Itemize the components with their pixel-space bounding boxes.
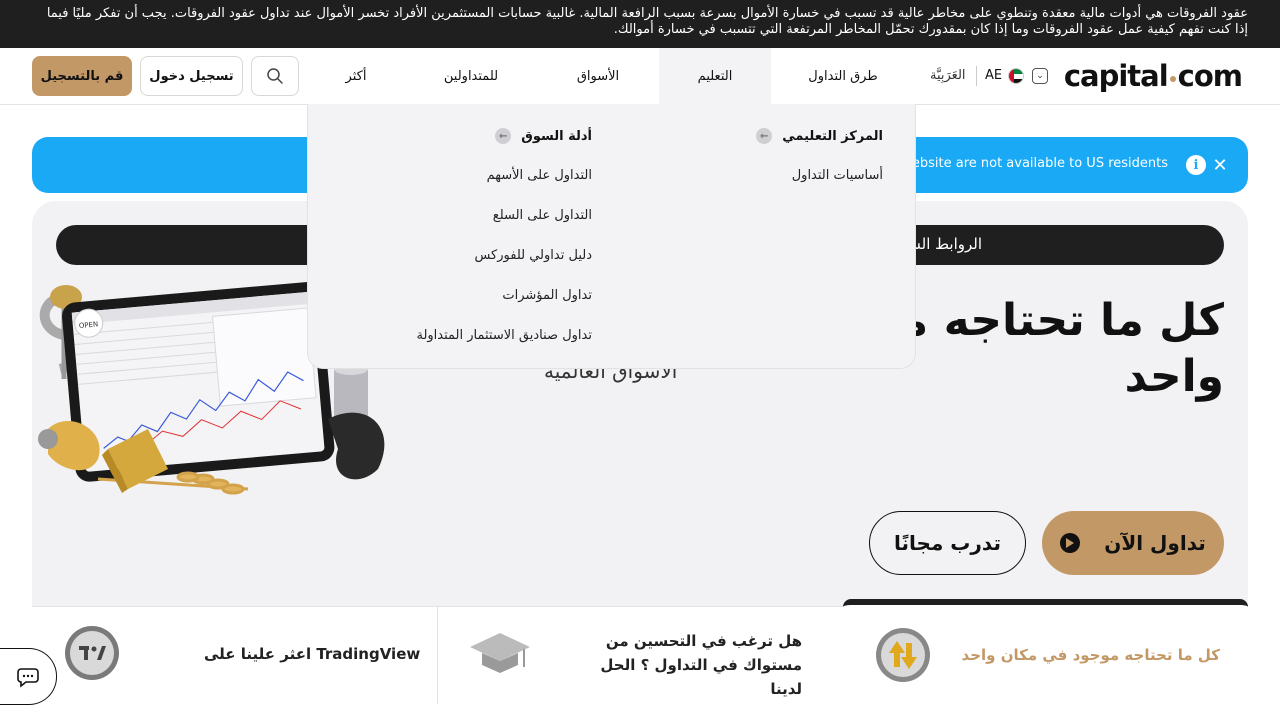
nav-markets[interactable]: الأسواق	[548, 48, 648, 104]
region-chevron-down-icon[interactable]: ⌄	[1032, 68, 1048, 84]
trade-now-button[interactable]: تداول الآن	[1042, 511, 1224, 575]
site-header: capital com ⌄ AE العَرَبِيَّة طرق التداول…	[0, 48, 1280, 105]
search-button[interactable]	[251, 56, 299, 96]
capital-com-logo[interactable]: capital com	[1063, 59, 1243, 93]
uae-flag-icon[interactable]	[1008, 68, 1024, 84]
nav-education[interactable]: التعليم	[659, 48, 771, 104]
dropdown-link-trading-basics[interactable]: أساسيات التداول	[792, 168, 883, 183]
close-icon[interactable]: ✕	[1212, 152, 1228, 178]
region-code[interactable]: AE	[985, 68, 1002, 83]
dropdown-link-indices[interactable]: تداول المؤشرات	[502, 288, 592, 303]
risk-warning-text: عقود الفروقات هي أدوات مالية معقدة وتنطو…	[46, 6, 1248, 37]
language-selector[interactable]: العَرَبِيَّة	[930, 68, 966, 83]
info-icon: i	[1186, 155, 1206, 175]
trade-now-label: تداول الآن	[1104, 531, 1206, 555]
education-dropdown-menu: المركز التعليمي ← أساسيات التداول أدلة ا…	[307, 104, 916, 369]
dropdown-link-commodities[interactable]: التداول على السلع	[493, 208, 592, 223]
feature-title-improve-trading[interactable]: هل ترغب في التحسين من مستواك في التداول …	[572, 629, 802, 701]
logo-text-right: com	[1177, 59, 1243, 93]
risk-warning-bar: عقود الفروقات هي أدوات مالية معقدة وتنطو…	[0, 0, 1280, 48]
dropdown-heading-market-guides[interactable]: أدلة السوق ←	[495, 128, 592, 144]
logo-text-left: capital	[1063, 59, 1169, 93]
feature-title-tradingview[interactable]: اعثر علينا على TradingView	[204, 642, 420, 666]
nav-trading-methods[interactable]: طرق التداول	[790, 48, 896, 104]
strip-divider	[437, 607, 438, 704]
transfer-arrows-icon	[876, 628, 930, 682]
illustration-badge-text: OPEN	[79, 320, 99, 330]
feature-card-all-in-one[interactable]: كل ما تحتاجه موجود في مكان واحد	[843, 599, 1248, 704]
play-icon	[1060, 533, 1081, 553]
dropdown-link-stocks[interactable]: التداول على الأسهم	[487, 168, 592, 183]
graduation-cap-icon	[470, 633, 530, 673]
nav-for-traders[interactable]: للمتداولين	[426, 48, 516, 104]
chat-button[interactable]	[0, 648, 57, 705]
tradingview-logo-icon	[65, 626, 119, 680]
search-icon	[267, 68, 283, 84]
arrow-left-icon: ←	[756, 128, 773, 144]
dropdown-link-etfs[interactable]: تداول صناديق الاستثمار المتداولة	[416, 328, 592, 343]
education-center-label: المركز التعليمي	[782, 128, 883, 144]
dropdown-link-forex[interactable]: دليل تداولي للفوركس	[474, 248, 592, 263]
dropdown-heading-education-center[interactable]: المركز التعليمي ←	[756, 128, 883, 144]
market-guides-label: أدلة السوق	[521, 128, 592, 144]
logo-dot	[1169, 76, 1176, 82]
signup-button[interactable]: قم بالتسجيل	[32, 56, 132, 96]
practice-free-button[interactable]: تدرب مجانًا	[869, 511, 1026, 575]
chat-icon	[17, 667, 39, 688]
notice-text: s website are not available to US reside…	[890, 156, 1168, 171]
feature-title-all-in-one: كل ما تحتاجه موجود في مكان واحد	[961, 646, 1220, 664]
nav-more[interactable]: أكثر	[330, 48, 382, 104]
login-button[interactable]: تسجيل دخول	[140, 56, 243, 96]
header-divider	[976, 66, 977, 86]
arrow-left-icon: ←	[495, 128, 512, 144]
